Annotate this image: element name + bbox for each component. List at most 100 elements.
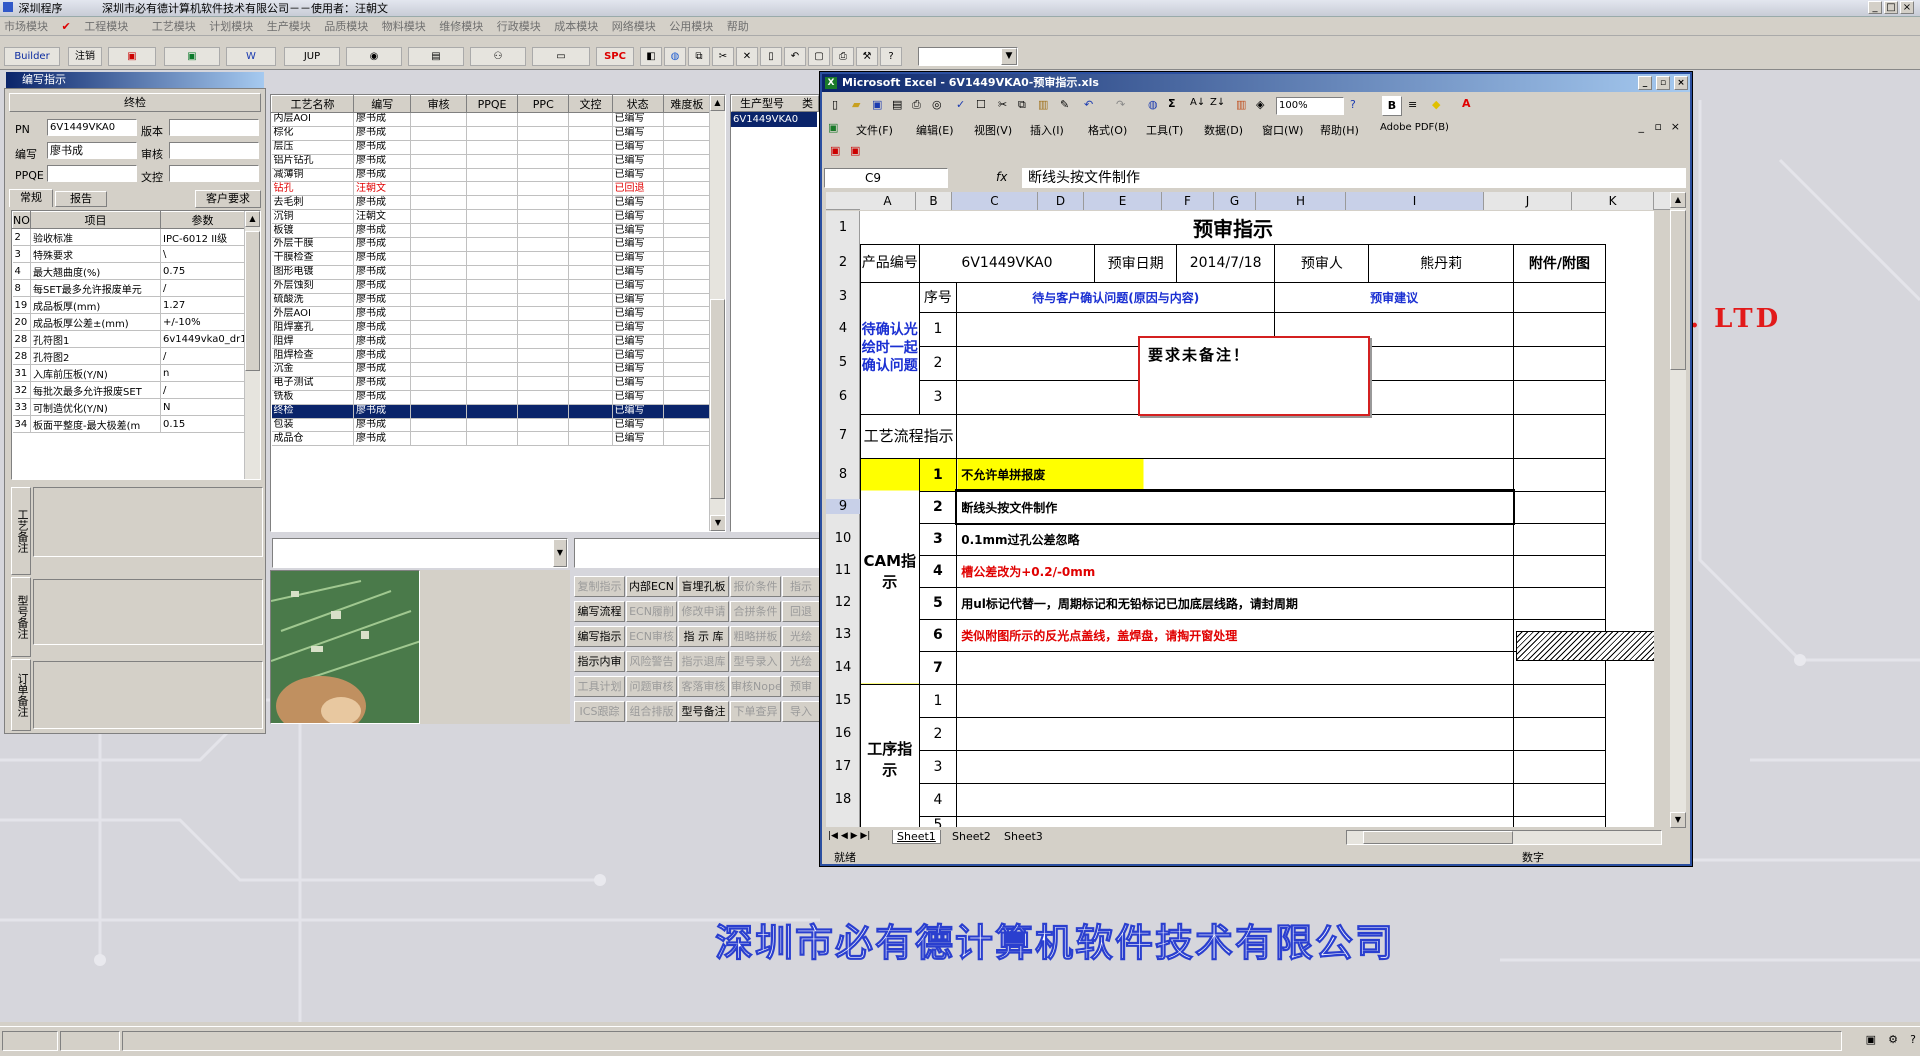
confirm-label[interactable]: 待确认光绘时一起确认问题 bbox=[860, 281, 920, 415]
menu-public[interactable]: 公用模块 bbox=[669, 20, 713, 33]
cam-text[interactable]: 0.1mm过孔公差忽略 bbox=[956, 522, 1514, 556]
tab-sheet3[interactable]: Sheet3 bbox=[1000, 830, 1047, 843]
params-row[interactable]: 32 每批次最多允许报废SET / bbox=[12, 381, 245, 399]
copy-icon[interactable]: ⧉ bbox=[688, 47, 710, 66]
params-row[interactable]: 31 入库前压板(Y/N) n bbox=[12, 364, 245, 382]
minimize-button[interactable]: _ bbox=[1868, 1, 1882, 14]
row-header[interactable]: 17 bbox=[826, 759, 860, 774]
params-row[interactable]: 4 最大翘曲度(%) 0.75 bbox=[12, 262, 245, 280]
action-button[interactable]: 组合排版 bbox=[626, 701, 677, 722]
process-row[interactable]: 沉铜 汪朝文 已编写 bbox=[271, 209, 712, 225]
word-icon[interactable]: W bbox=[226, 47, 276, 66]
process-row[interactable]: 棕化 廖书成 已编写 bbox=[271, 126, 712, 141]
date-label[interactable]: 预审日期 bbox=[1094, 243, 1177, 283]
params-row[interactable]: 34 板面平整度-最大极差(m 0.15 bbox=[12, 415, 245, 433]
action-button[interactable]: 合拼条件 bbox=[730, 601, 781, 622]
params-row[interactable]: 33 可制造优化(Y/N) N bbox=[12, 398, 245, 416]
params-scrollbar[interactable]: ▲ bbox=[244, 211, 260, 479]
chart-icon[interactable]: ◧ bbox=[640, 47, 662, 66]
proc-seq[interactable]: 3 bbox=[918, 749, 958, 784]
issue-label[interactable]: 待与客户确认问题(原因与内容) bbox=[956, 281, 1276, 313]
sheet-title[interactable]: 预审指示 bbox=[861, 211, 1606, 244]
open-icon[interactable]: ▰ bbox=[852, 98, 860, 111]
process-row[interactable]: 铝片钻孔 廖书成 已编写 bbox=[271, 154, 712, 169]
sort-asc-icon[interactable]: A↓ bbox=[1190, 97, 1205, 108]
excel-menu-pdf[interactable]: Adobe PDF(B) bbox=[1380, 122, 1449, 133]
autosum-icon[interactable]: Σ bbox=[1168, 97, 1176, 110]
params-grid[interactable]: NO 项目 参数 2 验收标准 IPC-6012 II级 3 特殊要求 \ 4 最大翘曲度(%) 0… bbox=[11, 210, 261, 480]
reviewer-value[interactable]: 熊丹莉 bbox=[1368, 243, 1514, 283]
tab-sheet1[interactable]: Sheet1 bbox=[892, 830, 941, 844]
col-header-d[interactable]: D bbox=[1038, 192, 1084, 210]
excel-doc-minimize-icon[interactable]: _ bbox=[1639, 120, 1645, 133]
cut-icon[interactable]: ✂ bbox=[712, 47, 734, 66]
action-button[interactable]: 指示退库 bbox=[678, 651, 729, 672]
process-row[interactable]: 干膜检查 廖书成 已编写 bbox=[271, 251, 712, 266]
col-header-g[interactable]: G bbox=[1214, 192, 1256, 210]
process-row[interactable]: 内层AOI 廖书成 已编写 bbox=[271, 112, 712, 127]
attachment-image[interactable] bbox=[1516, 631, 1654, 661]
process-scrollbar[interactable]: ▲ ▼ bbox=[709, 95, 725, 531]
proc-seq[interactable]: 5 bbox=[918, 815, 958, 827]
process-row[interactable]: 终检 廖书成 已编写 bbox=[271, 404, 712, 419]
scroll-up-icon[interactable]: ▲ bbox=[245, 211, 260, 227]
row-header[interactable]: 14 bbox=[826, 660, 860, 675]
cam-text[interactable]: 不允许单拼报废 bbox=[956, 457, 1514, 492]
cam-seq[interactable]: 1 bbox=[918, 457, 958, 492]
book-icon[interactable]: ▤ bbox=[408, 47, 464, 66]
confirm-seq-1[interactable]: 1 bbox=[918, 311, 958, 347]
printer-icon[interactable]: ▭ bbox=[532, 47, 590, 66]
advice-label[interactable]: 预审建议 bbox=[1274, 281, 1514, 313]
process-row[interactable]: 外层AOI 廖书成 已编写 bbox=[271, 306, 712, 322]
excel-menu-window[interactable]: 窗口(W) bbox=[1262, 122, 1303, 138]
hyperlink-icon[interactable]: ◍ bbox=[1148, 98, 1158, 111]
menu-material[interactable]: 物料模块 bbox=[382, 20, 426, 33]
proc-label[interactable]: 工序指示 bbox=[860, 683, 920, 827]
pdf-convert-icon[interactable]: ▣ bbox=[830, 144, 840, 157]
excel-menu-tools[interactable]: 工具(T) bbox=[1146, 122, 1183, 138]
process-row[interactable]: 包装 廖书成 已编写 bbox=[271, 418, 712, 433]
params-row[interactable]: 28 孔符图1 6v1449vka0_dr1 bbox=[12, 330, 245, 348]
proc-seq[interactable]: 2 bbox=[918, 716, 958, 751]
row-header[interactable]: 9 bbox=[826, 499, 860, 514]
research-icon[interactable]: ☐ bbox=[976, 98, 986, 111]
tray-icon[interactable]: ⚙ bbox=[1888, 1033, 1898, 1046]
action-button[interactable]: 风险警告 bbox=[626, 651, 677, 672]
zoom-combo[interactable]: 100% bbox=[1276, 97, 1344, 115]
process-row[interactable]: 电子测试 廖书成 已编写 bbox=[271, 376, 712, 391]
excel-menu-help[interactable]: 帮助(H) bbox=[1320, 122, 1359, 138]
review-field[interactable] bbox=[169, 142, 259, 159]
help-icon[interactable]: ? bbox=[1350, 98, 1356, 111]
delete-icon[interactable]: ✕ bbox=[736, 47, 758, 66]
cam-seq[interactable]: 2 bbox=[918, 490, 958, 524]
tab-general[interactable]: 常规 bbox=[9, 189, 53, 207]
col-header-i[interactable]: I bbox=[1346, 192, 1484, 210]
builder-button[interactable]: Builder bbox=[4, 47, 60, 66]
chevron-down-icon[interactable]: ▼ bbox=[1001, 48, 1017, 65]
excel-menu-edit[interactable]: 编辑(E) bbox=[916, 122, 954, 138]
excel-minimize-button[interactable]: _ bbox=[1638, 76, 1652, 90]
action-button[interactable]: 编写流程 bbox=[574, 601, 625, 622]
action-button[interactable]: 盲埋孔板 bbox=[678, 576, 729, 597]
excel-doc-close-icon[interactable]: × bbox=[1671, 120, 1680, 133]
new-icon[interactable]: ▯ bbox=[832, 98, 838, 111]
date-value[interactable]: 2014/7/18 bbox=[1175, 243, 1276, 283]
process-row[interactable]: 板镀 廖书成 已编写 bbox=[271, 223, 712, 239]
params-row[interactable]: 20 成品板厚公差±(mm) +/-10% bbox=[12, 313, 245, 331]
process-note-field[interactable] bbox=[33, 487, 263, 557]
action-button[interactable]: 指示内审 bbox=[574, 651, 625, 672]
seq-label[interactable]: 序号 bbox=[918, 281, 958, 313]
action-button[interactable]: 问题审核 bbox=[626, 676, 677, 697]
action-button[interactable]: ICS跟踪 bbox=[574, 701, 625, 722]
print-icon[interactable]: ⎙ bbox=[832, 47, 854, 66]
action-button[interactable]: 指示 bbox=[782, 576, 820, 597]
excel-menu-view[interactable]: 视图(V) bbox=[974, 122, 1012, 138]
scroll-down-icon[interactable]: ▼ bbox=[1670, 812, 1686, 828]
status-combo[interactable] bbox=[574, 538, 820, 568]
save-icon[interactable]: ▣ bbox=[872, 98, 882, 111]
sort-desc-icon[interactable]: Z↓ bbox=[1210, 97, 1225, 108]
row-header[interactable]: 15 bbox=[826, 693, 860, 708]
spelling-icon[interactable]: ✓ bbox=[956, 98, 965, 111]
params-row[interactable]: 2 验收标准 IPC-6012 II级 bbox=[12, 228, 245, 246]
permission-icon[interactable]: ▤ bbox=[892, 98, 902, 111]
